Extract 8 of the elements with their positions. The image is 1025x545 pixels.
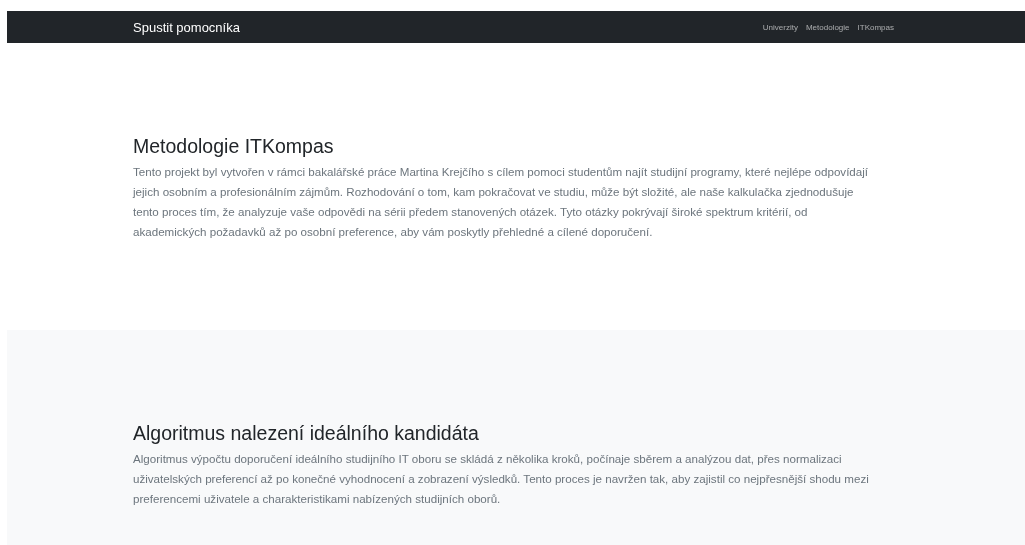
section-paragraph: Tento projekt byl vytvořen v rámci bakalářské práce Martina Krejčího s cílem pomoci studentům najít studijní programy, které nejlépe odpovídají jejich osobním a profesionálním zájmům. Rozhodování o tom, kam pokračovat ve studiu, může být složité, ale naše kalkulačka zjednodušuje tento proces tím, že analyzuje vaše odpovědi na sérii předem stanovených otázek. Tyto otázky pokrývají široké spektrum kritérií, od akademických požadavků až po osobní preference, aby vám poskytly přehledné a cílené doporučení. [133, 164, 870, 240]
nav-link[interactable]: ITKompas [857, 22, 894, 32]
nav-link[interactable]: Univerzity [762, 22, 798, 32]
brand-link[interactable]: Spustit pomocníka [133, 19, 240, 35]
section-heading: Metodologie ITKompas [133, 135, 335, 158]
section-heading: Algoritmus nalezení ideálního kandidáta [133, 422, 480, 445]
nav-link[interactable]: Metodologie [805, 22, 850, 32]
section-paragraph: Algoritmus výpočtu doporučení ideálního studijního IT oboru se skládá z několika kroků, počínaje sběrem a analýzou dat, přes normalizaci uživatelských preferencí až po konečné vyhodnocení a zobrazení výsledků. Tento proces je navržen tak, aby zajistil co nejpřesnější shodu mezi preferencemi uživatele a charakteristikami nabízených studijních oborů. [133, 451, 870, 507]
